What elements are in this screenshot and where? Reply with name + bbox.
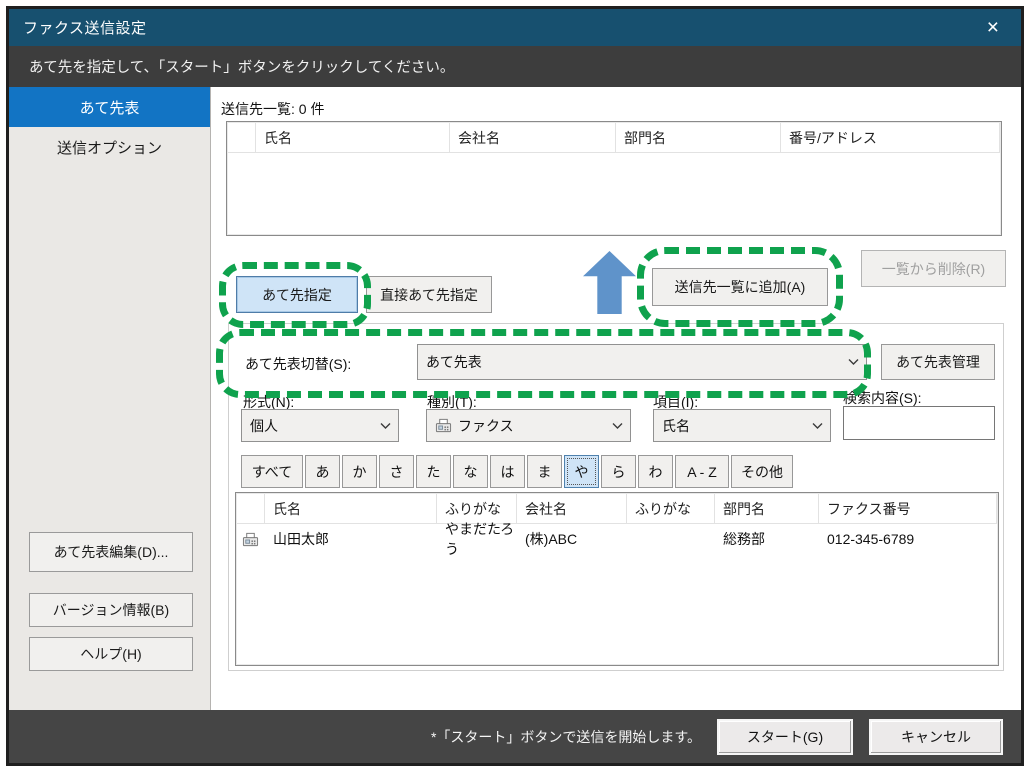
contact-fax-number: 012-345-6789 bbox=[819, 524, 997, 554]
title-bar: ファクス送信設定 × bbox=[9, 9, 1021, 46]
chevron-down-icon bbox=[812, 422, 823, 429]
contacts-table[interactable]: 氏名 ふりがな 会社名 ふりがな 部門名 ファクス番号 山田太郎 bbox=[235, 492, 999, 666]
address-book-switch-label: あて先表切替(S): bbox=[245, 354, 351, 374]
add-to-list-button[interactable]: 送信先一覧に追加(A) bbox=[652, 268, 828, 306]
kana-tab-ra[interactable]: ら bbox=[601, 455, 636, 488]
recipient-list-table[interactable]: 氏名 会社名 部門名 番号/アドレス bbox=[226, 121, 1002, 236]
sidebar: あて先表 送信オプション あて先表編集(D)... バージョン情報(B) ヘルプ… bbox=[9, 87, 211, 710]
contacts-col-fax: ファクス番号 bbox=[819, 494, 997, 523]
recipient-col-name: 氏名 bbox=[256, 123, 450, 152]
contacts-col-department: 部門名 bbox=[715, 494, 819, 523]
fax-send-settings-dialog: ファクス送信設定 × あて先を指定して、「スタート」ボタンをクリックしてください… bbox=[6, 6, 1024, 766]
kana-tab-ka[interactable]: か bbox=[342, 455, 377, 488]
address-book-group: あて先表切替(S): あて先表 あて先表管理 形式(N): 個人 bbox=[228, 323, 1004, 671]
kana-tab-ma[interactable]: ま bbox=[527, 455, 562, 488]
contacts-col-company-kana: ふりがな bbox=[627, 494, 715, 523]
contacts-col-icon bbox=[237, 494, 265, 523]
item-value: 氏名 bbox=[662, 416, 690, 436]
format-select[interactable]: 個人 bbox=[241, 409, 399, 442]
screen: ファクス送信設定 × あて先を指定して、「スタート」ボタンをクリックしてください… bbox=[0, 0, 1030, 773]
sidebar-tab-send-options[interactable]: 送信オプション bbox=[9, 127, 210, 167]
item-select[interactable]: 氏名 bbox=[653, 409, 831, 442]
recipient-col-department: 部門名 bbox=[616, 123, 781, 152]
type-select[interactable]: ファクス bbox=[426, 409, 631, 442]
window-title: ファクス送信設定 bbox=[23, 17, 147, 38]
main-panel: 送信先一覧: 0 件 氏名 会社名 部門名 番号/アドレス あて先指定 直接あて… bbox=[211, 87, 1021, 710]
fax-icon bbox=[435, 417, 452, 434]
kana-tab-ta[interactable]: た bbox=[416, 455, 451, 488]
recipient-count-label: 送信先一覧: 0 件 bbox=[221, 99, 324, 119]
kana-tab-ya[interactable]: や bbox=[564, 455, 599, 488]
instruction-bar: あて先を指定して、「スタート」ボタンをクリックしてください。 bbox=[9, 46, 1021, 87]
contacts-header: 氏名 ふりがな 会社名 ふりがな 部門名 ファクス番号 bbox=[237, 494, 997, 524]
contact-row[interactable]: 山田太郎 やまだたろう (株)ABC 総務部 012-345-6789 bbox=[237, 524, 997, 554]
search-input[interactable] bbox=[843, 406, 995, 440]
type-value: ファクス bbox=[458, 416, 514, 436]
dialog-body: あて先表 送信オプション あて先表編集(D)... バージョン情報(B) ヘルプ… bbox=[9, 87, 1021, 710]
fax-icon bbox=[237, 524, 265, 554]
kana-tab-wa[interactable]: わ bbox=[638, 455, 673, 488]
kana-index-tabs: すべて あ か さ た な は ま や ら わ A - Z その他 bbox=[241, 455, 793, 488]
help-button[interactable]: ヘルプ(H) bbox=[29, 637, 193, 671]
contact-company-kana bbox=[627, 524, 715, 554]
contact-kana: やまだたろう bbox=[437, 524, 517, 554]
chevron-down-icon bbox=[612, 422, 623, 429]
footer-note: *「スタート」ボタンで送信を開始します。 bbox=[431, 727, 701, 747]
contacts-col-company: 会社名 bbox=[517, 494, 627, 523]
cancel-button[interactable]: キャンセル bbox=[869, 719, 1003, 755]
contact-department: 総務部 bbox=[715, 524, 819, 554]
kana-tab-sa[interactable]: さ bbox=[379, 455, 414, 488]
contact-company: (株)ABC bbox=[517, 524, 627, 554]
specify-destination-button[interactable]: あて先指定 bbox=[236, 276, 358, 313]
edit-address-book-button[interactable]: あて先表編集(D)... bbox=[29, 532, 193, 572]
sidebar-tab-address-book[interactable]: あて先表 bbox=[9, 87, 210, 127]
manage-address-book-button[interactable]: あて先表管理 bbox=[881, 344, 995, 380]
footer-bar: *「スタート」ボタンで送信を開始します。 スタート(G) キャンセル bbox=[9, 710, 1021, 763]
close-icon[interactable]: × bbox=[979, 15, 1007, 40]
format-value: 個人 bbox=[250, 416, 278, 436]
contact-name: 山田太郎 bbox=[265, 524, 437, 554]
chevron-down-icon bbox=[380, 422, 391, 429]
address-book-switch-select[interactable]: あて先表 bbox=[417, 344, 867, 380]
recipient-col-company: 会社名 bbox=[450, 123, 616, 152]
kana-tab-az[interactable]: A - Z bbox=[675, 455, 729, 488]
recipient-col-icon bbox=[228, 123, 256, 152]
recipient-col-number: 番号/アドレス bbox=[781, 123, 1000, 152]
instruction-text: あて先を指定して、「スタート」ボタンをクリックしてください。 bbox=[29, 56, 454, 77]
up-arrow-icon bbox=[583, 251, 636, 314]
remove-from-list-button[interactable]: 一覧から削除(R) bbox=[861, 250, 1006, 287]
kana-tab-other[interactable]: その他 bbox=[731, 455, 793, 488]
address-book-switch-value: あて先表 bbox=[426, 352, 482, 372]
recipient-list-header: 氏名 会社名 部門名 番号/アドレス bbox=[228, 123, 1000, 153]
direct-specify-button[interactable]: 直接あて先指定 bbox=[366, 276, 492, 313]
kana-tab-all[interactable]: すべて bbox=[241, 455, 303, 488]
start-button[interactable]: スタート(G) bbox=[717, 719, 853, 755]
contacts-col-name: 氏名 bbox=[265, 494, 437, 523]
kana-tab-ha[interactable]: は bbox=[490, 455, 525, 488]
kana-tab-na[interactable]: な bbox=[453, 455, 488, 488]
version-info-button[interactable]: バージョン情報(B) bbox=[29, 593, 193, 627]
kana-tab-a[interactable]: あ bbox=[305, 455, 340, 488]
chevron-down-icon bbox=[848, 359, 859, 366]
search-label: 検索内容(S): bbox=[843, 388, 922, 408]
